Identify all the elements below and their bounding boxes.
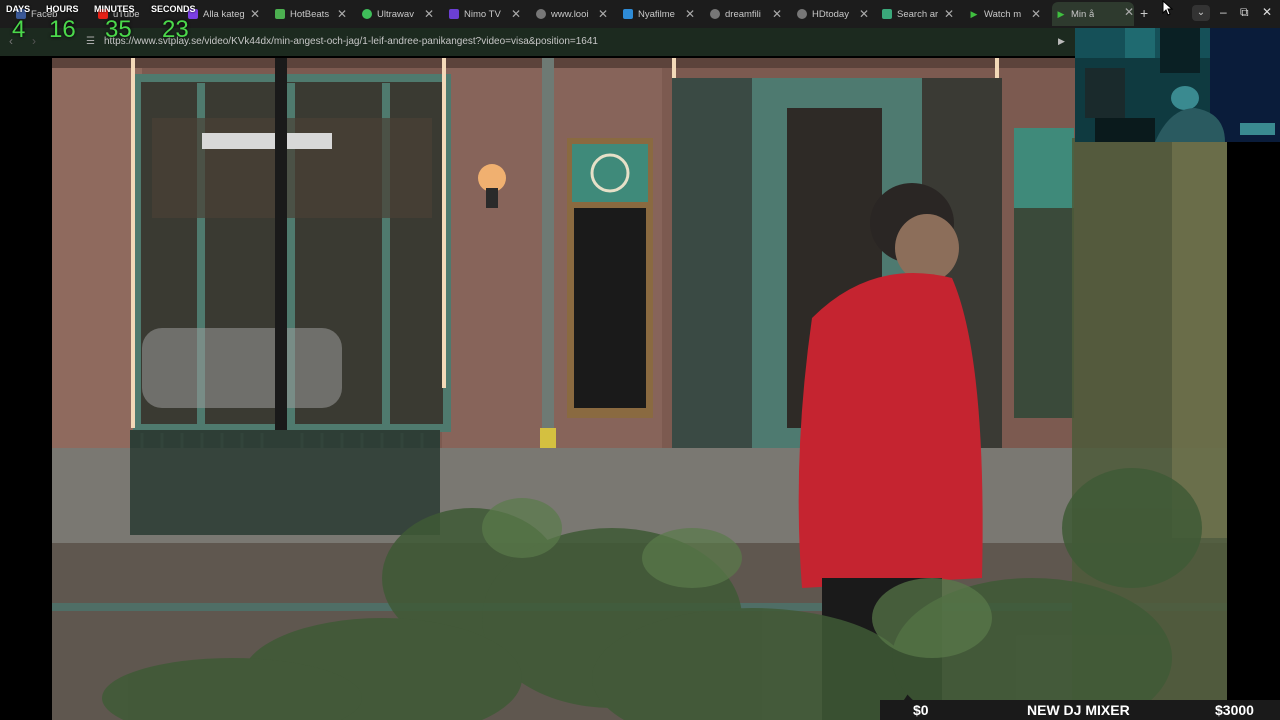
donation-goal-amount: $3000 [1215, 702, 1254, 718]
tab-label: Nimo TV [464, 8, 501, 20]
tab-label: Min å [1071, 8, 1095, 20]
tab-label: Alla kateg [203, 8, 245, 20]
media-play-icon[interactable]: ▶ [1058, 36, 1065, 47]
hotbeats-icon [275, 9, 285, 19]
donation-current: $0 [913, 702, 929, 718]
close-tab-icon[interactable]: ✕ [250, 7, 260, 21]
tab-nyafilme[interactable]: Nyafilme ✕ [623, 4, 695, 24]
tab-list-dropdown[interactable]: ⌄ [1192, 5, 1210, 21]
new-tab-button[interactable]: + [1140, 5, 1148, 21]
donation-goal-bar: $0 NEW DJ MIXER $3000 [880, 700, 1280, 720]
hours-value: 16 [49, 16, 76, 43]
tab-label: Nyafilme [638, 8, 675, 20]
close-tab-icon[interactable]: ✕ [859, 7, 869, 21]
minutes-value: 35 [105, 16, 132, 43]
tab-dreamfili[interactable]: dreamfili ✕ [710, 4, 782, 24]
minimize-button[interactable]: – [1220, 5, 1227, 19]
close-tab-icon[interactable]: ✕ [424, 7, 434, 21]
days-label: DAYS [6, 4, 31, 14]
video-player[interactable] [52, 58, 1227, 720]
tab-min-angest[interactable]: ▶ Min å ✕ [1052, 2, 1134, 26]
restore-button[interactable]: ⧉ [1240, 5, 1249, 20]
tab-nimo-tv[interactable]: Nimo TV ✕ [449, 4, 521, 24]
tab-hotbeats[interactable]: HotBeats ✕ [275, 4, 347, 24]
tab-label: Watch m [984, 8, 1022, 20]
close-tab-icon[interactable]: ✕ [337, 7, 347, 21]
play-circle-icon [362, 9, 372, 19]
days-value: 4 [12, 16, 26, 43]
tab-label: HotBeats [290, 8, 330, 20]
seconds-label: SECONDS [151, 4, 196, 14]
minutes-label: MINUTES [94, 4, 135, 14]
countdown-timer: DAYS HOURS MINUTES SECONDS 4 16 35 23 [4, 2, 196, 43]
video-frame [52, 58, 1227, 720]
search-site-icon [882, 9, 892, 19]
tab-label: www.looi [551, 8, 589, 20]
tab-hdtoday[interactable]: HDtoday ✕ [797, 4, 869, 24]
globe-icon [797, 9, 807, 19]
play-icon: ▶ [970, 9, 978, 19]
close-tab-icon[interactable]: ✕ [1124, 5, 1134, 19]
tab-label: dreamfili [725, 8, 761, 20]
close-tab-icon[interactable]: ✕ [1031, 7, 1041, 21]
globe-icon [536, 9, 546, 19]
tab-looi[interactable]: www.looi ✕ [536, 4, 608, 24]
hours-label: HOURS [46, 4, 79, 14]
close-tab-icon[interactable]: ✕ [685, 7, 695, 21]
tab-watch[interactable]: ▶ Watch m ✕ [969, 4, 1041, 24]
tab-label: Ultrawav [377, 8, 414, 20]
globe-icon [710, 9, 720, 19]
mouse-cursor-icon [1162, 0, 1174, 16]
close-tab-icon[interactable]: ✕ [944, 7, 954, 21]
close-tab-icon[interactable]: ✕ [598, 7, 608, 21]
tab-alla-kateg[interactable]: Alla kateg ✕ [188, 4, 260, 24]
close-tab-icon[interactable]: ✕ [511, 7, 521, 21]
play-icon: ▶ [1057, 9, 1065, 19]
tab-search[interactable]: Search ar ✕ [882, 4, 954, 24]
webcam-feed [1075, 28, 1280, 142]
webcam-overlay [1075, 28, 1280, 142]
tab-ultrawave[interactable]: Ultrawav ✕ [362, 4, 434, 24]
nyafilm-icon [623, 9, 633, 19]
tab-label: Search ar [897, 8, 939, 20]
close-tab-icon[interactable]: ✕ [772, 7, 782, 21]
seconds-value: 23 [162, 16, 189, 43]
donation-goal-label: NEW DJ MIXER [1027, 702, 1130, 718]
nimo-icon [449, 9, 459, 19]
close-window-button[interactable]: ✕ [1262, 5, 1272, 19]
tab-label: HDtoday [812, 8, 849, 20]
